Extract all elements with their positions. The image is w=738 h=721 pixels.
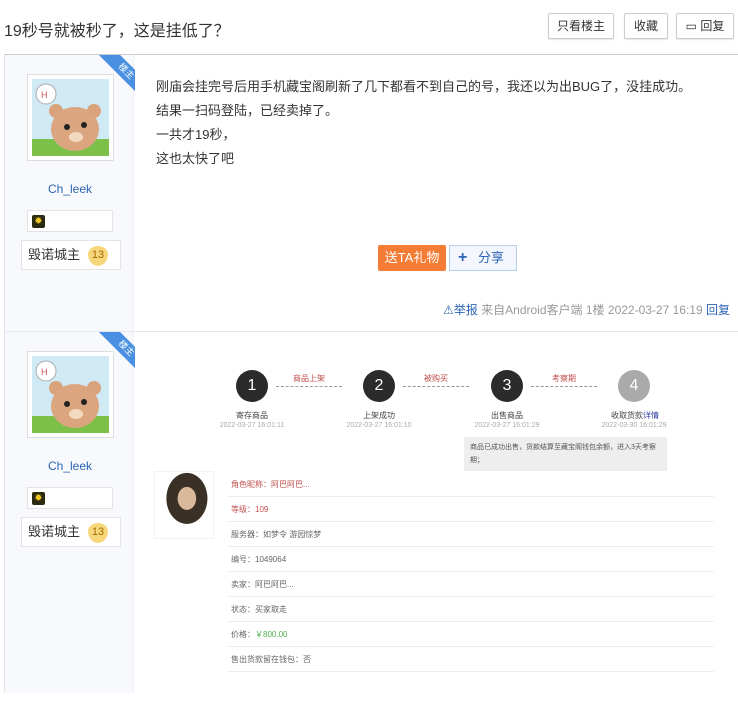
share-button[interactable]: + 分享 — [449, 245, 517, 271]
author-sidebar: 楼主 H Ch_leek ✹ 毁诺城主 13 — [4, 332, 135, 693]
post-line: 刚庙会挂完号后用手机藏宝阁刷新了几下都看不到自己的号，我还以为出BUG了，没挂成… — [156, 79, 692, 94]
user-rank: 毁诺城主 13 — [21, 517, 121, 547]
floor-number: 1楼 — [585, 303, 605, 317]
info-row: 价格：￥800.00 — [228, 622, 714, 647]
user-badge: ✹ — [27, 210, 113, 232]
info-row: 编号：1049064 — [228, 547, 714, 572]
step-circle: 2 — [363, 370, 395, 402]
info-row: 角色昵称：阿巴阿巴... — [228, 472, 714, 497]
info-row: 卖家：阿巴阿巴... — [228, 572, 714, 597]
character-portrait — [154, 471, 214, 539]
bear-avatar-icon: H — [32, 79, 109, 156]
post-1: 楼主 H Ch_leek ✹ 毁诺城主 13 刚庙会挂完号后用手机藏宝阁刷新了几下… — [4, 55, 738, 331]
step-label: 寄存商品 — [236, 411, 268, 420]
info-row: 状态：买家取走 — [228, 597, 714, 622]
only-op-button[interactable]: 只看楼主 — [548, 13, 614, 39]
info-row: 等级：109 — [228, 497, 714, 522]
avatar[interactable]: H — [27, 351, 114, 438]
step-date: 2022-03-27 16:01:11 — [219, 422, 285, 429]
post-content: 刚庙会挂完号后用手机藏宝阁刷新了几下都看不到自己的号，我还以为出BUG了，没挂成… — [156, 75, 712, 171]
level-badge: 13 — [88, 523, 108, 543]
username-link[interactable]: Ch_leek — [5, 182, 135, 196]
level-badge: 13 — [88, 246, 108, 266]
user-badge: ✹ — [27, 487, 113, 509]
connector-label: 被购买 — [424, 374, 448, 383]
post-line: 结果一扫码登陆，已经卖掉了。 — [156, 103, 339, 118]
post-reply-link[interactable]: 回复 — [706, 303, 730, 317]
post-2: 楼主 H Ch_leek ✹ 毁诺城主 13 1 2 3 4 商品上架 被购买 考… — [4, 332, 738, 693]
step-date: 2022-03-27 16:01:10 — [346, 422, 412, 429]
plus-icon: + — [458, 249, 468, 266]
step-circle: 4 — [618, 370, 650, 402]
gear-badge-icon: ✹ — [32, 215, 45, 228]
bear-avatar-icon: H — [32, 356, 109, 433]
post-time: 2022-03-27 16:19 — [607, 303, 703, 317]
post-line: 一共才19秒， — [156, 127, 236, 142]
step-circle: 3 — [491, 370, 523, 402]
svg-text:H: H — [41, 90, 48, 100]
step-date: 2022-03-30 16:01:29 — [601, 422, 667, 429]
gear-badge-icon: ✹ — [32, 492, 45, 505]
step-label: 出售商品 — [491, 411, 523, 420]
connector-label: 商品上架 — [293, 374, 325, 383]
detail-link: 详情 — [643, 411, 659, 420]
share-label: 分享 — [477, 250, 504, 265]
send-gift-button[interactable]: 送TA礼物 — [378, 245, 446, 271]
status-tooltip: 商品已成功出售，货款结算至藏宝阁钱包余额，进入3天考察期； — [464, 437, 667, 471]
user-rank: 毁诺城主 13 — [21, 240, 121, 270]
connector-label: 考察期 — [552, 374, 576, 383]
avatar[interactable]: H — [27, 74, 114, 161]
report-link[interactable]: ⚠举报 — [443, 303, 478, 317]
reply-button[interactable]: ▭ 回复 — [676, 13, 734, 39]
post-line: 这也太快了吧 — [156, 151, 235, 166]
post-source: 来自Android客户端 — [481, 303, 583, 317]
reply-label: 回复 — [700, 19, 725, 33]
step-circle: 1 — [236, 370, 268, 402]
step-date: 2022-03-27 16:01:29 — [474, 422, 540, 429]
svg-text:H: H — [41, 367, 48, 377]
thread-title: 19秒号就被秒了，这是挂低了？ — [4, 23, 230, 40]
favorite-button[interactable]: 收藏 — [624, 13, 668, 39]
comment-icon: ▭ — [685, 19, 697, 33]
author-sidebar: 楼主 H Ch_leek ✹ 毁诺城主 13 — [4, 55, 135, 331]
post-meta: ⚠举报 来自Android客户端 1楼 2022-03-27 16:19 回复 — [443, 301, 730, 318]
username-link[interactable]: Ch_leek — [5, 459, 135, 473]
info-row: 售出货款留在钱包：否 — [228, 647, 714, 672]
rank-label: 毁诺城主 — [28, 524, 81, 539]
info-row: 服务器：如梦令 游园惊梦 — [228, 522, 714, 547]
step-label: 收取货款 — [611, 411, 643, 420]
embedded-screenshot[interactable]: 1 2 3 4 商品上架 被购买 考察期 寄存商品 上架成功 出售商品 收取货款… — [150, 360, 738, 721]
step-label: 上架成功 — [363, 411, 395, 420]
rank-label: 毁诺城主 — [28, 247, 81, 262]
